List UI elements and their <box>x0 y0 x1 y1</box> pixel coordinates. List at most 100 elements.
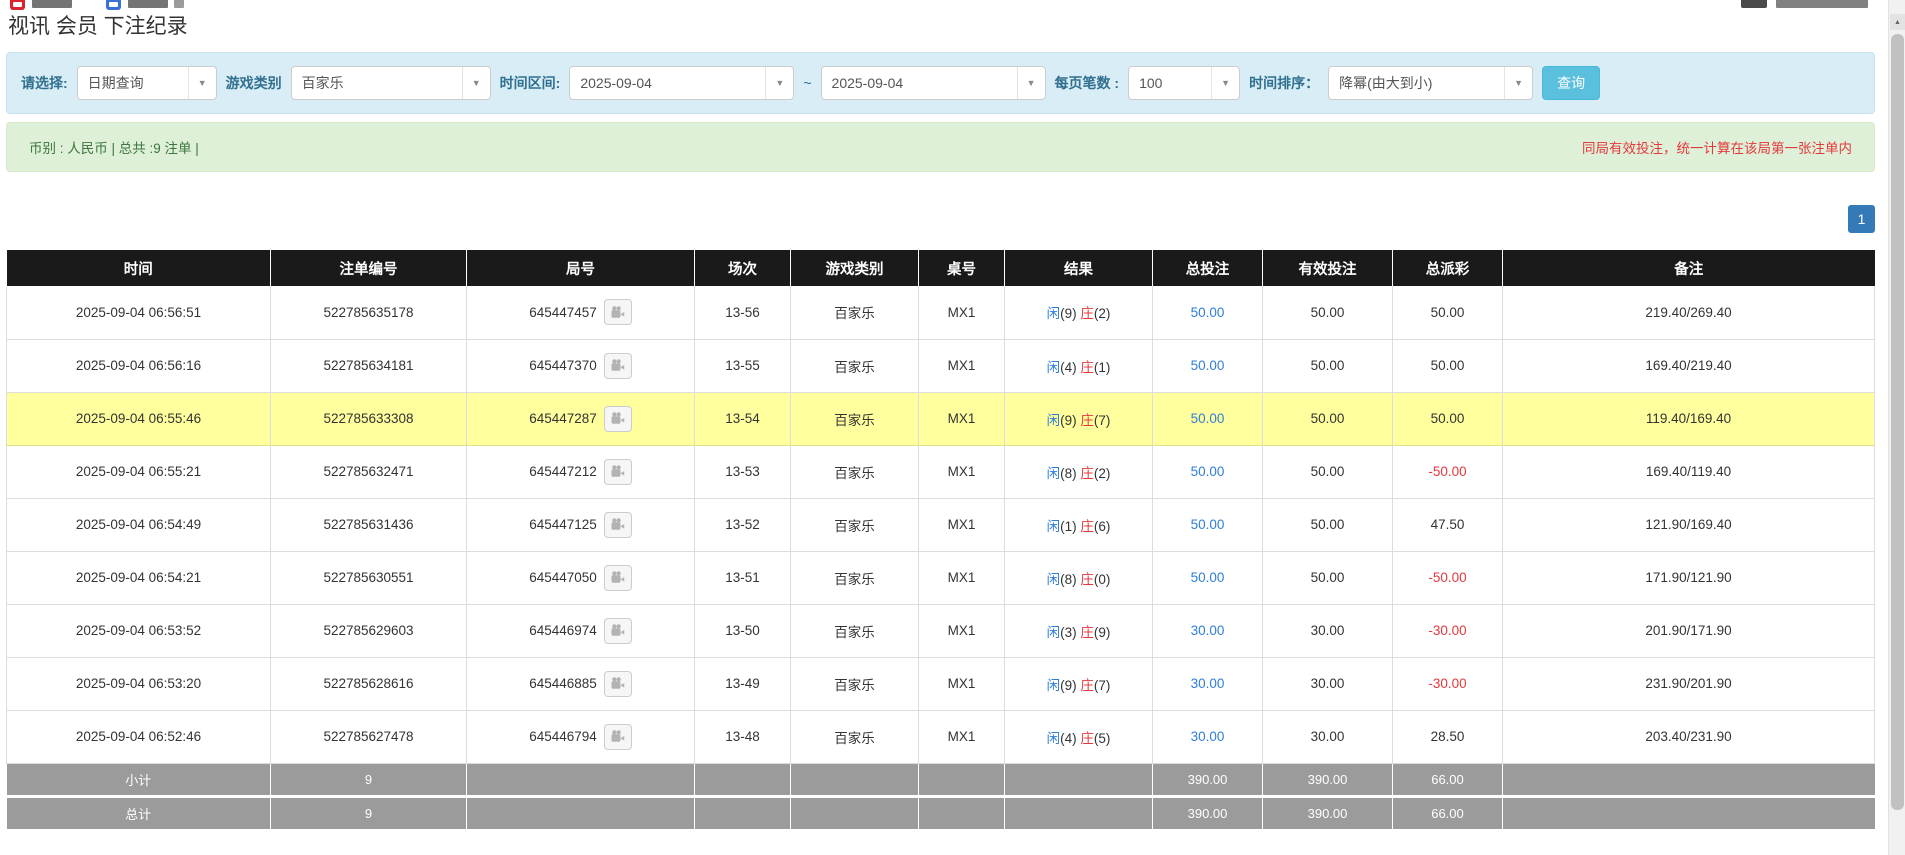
round-number: 645446974 <box>529 623 597 638</box>
cell-session: 13-50 <box>695 604 791 657</box>
cell-total-bet: 50.00 <box>1153 445 1263 498</box>
cutoff-nav-text[interactable] <box>128 0 168 8</box>
cell-total-bet: 50.00 <box>1153 286 1263 339</box>
cell-valid-bet: 50.00 <box>1263 551 1393 604</box>
cell-payout: 50.00 <box>1393 339 1503 392</box>
video-replay-button[interactable] <box>604 671 632 697</box>
round-number: 645447287 <box>529 411 597 426</box>
cell-time: 2025-09-04 06:56:16 <box>7 339 271 392</box>
cutoff-nav-text[interactable] <box>32 0 72 8</box>
total-bet-link[interactable]: 50.00 <box>1191 358 1225 373</box>
column-header-6: 结果 <box>1005 250 1153 286</box>
result-banker-label: 庄 <box>1080 572 1094 587</box>
table-row: 2025-09-04 06:54:21522785630551645447050… <box>7 551 1875 604</box>
cell-result: 闲(8) 庄(2) <box>1005 445 1153 498</box>
total-total-bet: 390.00 <box>1153 796 1263 829</box>
chevron-down-icon: ▼ <box>188 67 216 99</box>
result-player-label: 闲 <box>1047 572 1061 587</box>
cell-total-bet: 50.00 <box>1153 551 1263 604</box>
video-replay-icon <box>610 411 625 426</box>
cell-valid-bet: 50.00 <box>1263 445 1393 498</box>
result-banker-label: 庄 <box>1080 519 1094 534</box>
total-bet-link[interactable]: 50.00 <box>1191 570 1225 585</box>
video-replay-button[interactable] <box>604 565 632 591</box>
table-row: 2025-09-04 06:54:49522785631436645447125… <box>7 498 1875 551</box>
scroll-up-arrow-icon[interactable]: ▲ <box>1890 14 1905 30</box>
video-replay-icon <box>610 358 625 373</box>
cell-payout: -50.00 <box>1393 445 1503 498</box>
cell-result: 闲(9) 庄(7) <box>1005 657 1153 710</box>
cell-result: 闲(8) 庄(0) <box>1005 551 1153 604</box>
total-row: 总计9390.00390.0066.00 <box>7 796 1875 829</box>
result-banker-label: 庄 <box>1080 678 1094 693</box>
total-table <box>919 796 1005 829</box>
game-type-value: 百家乐 <box>292 73 462 93</box>
time-sort-select[interactable]: 降幂(由大到小) ▼ <box>1328 66 1533 100</box>
subtotal-result <box>1005 763 1153 796</box>
total-game <box>791 796 919 829</box>
cell-game: 百家乐 <box>791 498 919 551</box>
valid-bet-notice: 同局有效投注，统一计算在该局第一张注单内 <box>1582 137 1852 157</box>
cell-payout: -50.00 <box>1393 551 1503 604</box>
cell-time: 2025-09-04 06:53:52 <box>7 604 271 657</box>
cell-session: 13-51 <box>695 551 791 604</box>
query-type-select[interactable]: 日期查询 ▼ <box>77 66 217 100</box>
video-replay-button[interactable] <box>604 618 632 644</box>
cutoff-right-text[interactable] <box>1776 0 1868 8</box>
result-player-label: 闲 <box>1047 413 1061 428</box>
column-header-0: 时间 <box>7 250 271 286</box>
total-round <box>467 796 695 829</box>
total-bet-link[interactable]: 50.00 <box>1191 305 1225 320</box>
pagination: 1 <box>6 205 1875 233</box>
cell-bet-id: 522785627478 <box>271 710 467 763</box>
cell-bet-id: 522785631436 <box>271 498 467 551</box>
cell-remark: 169.40/119.40 <box>1503 445 1875 498</box>
cell-time: 2025-09-04 06:55:46 <box>7 392 271 445</box>
video-replay-button[interactable] <box>604 406 632 432</box>
page-button-1[interactable]: 1 <box>1848 205 1875 233</box>
result-player-value: (8) <box>1060 572 1080 587</box>
total-bet-link[interactable]: 50.00 <box>1191 411 1225 426</box>
video-replay-button[interactable] <box>604 299 632 325</box>
page-size-label: 每页笔数 : <box>1055 73 1120 93</box>
total-bet-link[interactable]: 30.00 <box>1191 729 1225 744</box>
result-banker-value: (7) <box>1094 678 1111 693</box>
subtotal-payout: 66.00 <box>1393 763 1503 796</box>
vertical-scrollbar[interactable]: ▲ <box>1888 0 1905 855</box>
video-replay-icon <box>610 570 625 585</box>
video-replay-button[interactable] <box>604 459 632 485</box>
date-to-select[interactable]: 2025-09-04 ▼ <box>821 66 1046 100</box>
page-title: 视讯 会员 下注纪录 <box>8 14 1875 40</box>
chevron-down-icon[interactable] <box>174 0 184 8</box>
cell-bet-id: 522785629603 <box>271 604 467 657</box>
cell-round: 645446974 <box>467 604 695 657</box>
blue-app-icon[interactable] <box>106 0 121 10</box>
cutoff-right-icon[interactable] <box>1741 0 1767 8</box>
red-app-icon[interactable] <box>10 0 25 10</box>
video-replay-button[interactable] <box>604 512 632 538</box>
round-number: 645447370 <box>529 358 597 373</box>
video-replay-icon <box>610 305 625 320</box>
total-bet-link[interactable]: 30.00 <box>1191 623 1225 638</box>
subtotal-round <box>467 763 695 796</box>
game-type-select[interactable]: 百家乐 ▼ <box>291 66 491 100</box>
total-bet-link[interactable]: 50.00 <box>1191 464 1225 479</box>
table-header-row: 时间注单编号局号场次游戏类别桌号结果总投注有效投注总派彩备注 <box>7 250 1875 286</box>
total-bet-link[interactable]: 50.00 <box>1191 517 1225 532</box>
result-banker-label: 庄 <box>1080 731 1094 746</box>
video-replay-button[interactable] <box>604 353 632 379</box>
cell-result: 闲(4) 庄(1) <box>1005 339 1153 392</box>
page-size-select[interactable]: 100 ▼ <box>1128 66 1240 100</box>
cell-table: MX1 <box>919 604 1005 657</box>
video-replay-button[interactable] <box>604 724 632 750</box>
total-bet-link[interactable]: 30.00 <box>1191 676 1225 691</box>
cell-session: 13-55 <box>695 339 791 392</box>
date-from-select[interactable]: 2025-09-04 ▼ <box>569 66 794 100</box>
search-button[interactable]: 查询 <box>1542 66 1600 100</box>
result-banker-value: (2) <box>1094 466 1111 481</box>
total-payout: 66.00 <box>1393 796 1503 829</box>
scrollbar-thumb[interactable] <box>1891 34 1904 810</box>
cell-result: 闲(4) 庄(5) <box>1005 710 1153 763</box>
result-player-value: (3) <box>1060 625 1080 640</box>
cell-total-bet: 30.00 <box>1153 604 1263 657</box>
